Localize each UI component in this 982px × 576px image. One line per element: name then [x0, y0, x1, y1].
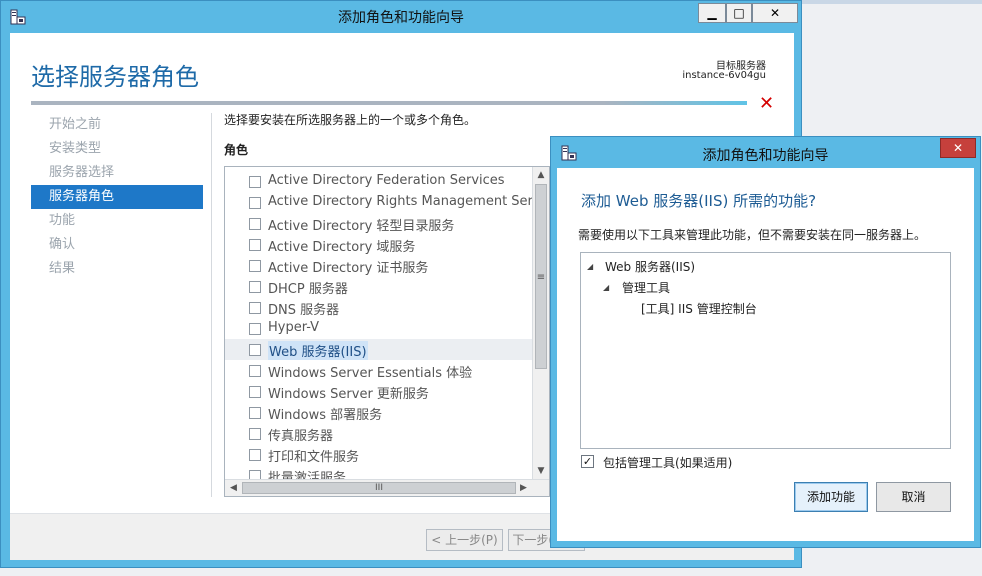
tree-node-web-server[interactable]: Web 服务器(IIS) [605, 258, 695, 275]
roles-description: 选择要安装在所选服务器上的一个或多个角色。 [224, 113, 477, 127]
dialog-description: 需要使用以下工具来管理此功能，但不需要安装在同一服务器上。 [578, 228, 927, 242]
role-checkbox[interactable] [249, 386, 261, 398]
minimize-button[interactable]: ▁ [698, 3, 726, 23]
tree-node-management-tools[interactable]: 管理工具 [622, 279, 670, 296]
role-item[interactable]: Windows Server Essentials 体验 [225, 360, 533, 381]
role-label: Web 服务器(IIS) [268, 341, 368, 360]
dialog-heading: 添加 Web 服务器(IIS) 所需的功能? [581, 192, 817, 210]
add-features-button[interactable]: 添加功能 [794, 482, 868, 512]
role-label: Hyper-V [268, 320, 320, 335]
roles-vertical-scrollbar[interactable]: ▲ ≡ ▼ [532, 167, 549, 480]
features-tree[interactable]: ◢ Web 服务器(IIS) ◢ 管理工具 [工具] IIS 管理控制台 [580, 252, 951, 449]
role-item[interactable]: Windows Server 更新服务 [225, 381, 533, 402]
role-item-selected[interactable]: Web 服务器(IIS) [225, 339, 533, 360]
maximize-button[interactable]: □ [726, 3, 752, 23]
roles-header: 角色 [224, 143, 249, 157]
scroll-up-arrow-icon[interactable]: ▲ [533, 167, 549, 184]
nav-item-server-roles[interactable]: 服务器角色 [31, 185, 203, 209]
expand-triangle-icon[interactable]: ◢ [603, 283, 609, 292]
add-features-dialog: 添加角色和功能向导 ✕ 添加 Web 服务器(IIS) 所需的功能? 需要使用以… [550, 136, 981, 548]
cancel-button[interactable]: 取消 [876, 482, 951, 512]
nav-item-confirmation[interactable]: 确认 [31, 233, 203, 257]
role-checkbox[interactable] [249, 260, 261, 272]
role-checkbox[interactable] [249, 449, 261, 461]
role-checkbox[interactable] [249, 197, 261, 209]
role-checkbox[interactable] [249, 344, 261, 356]
include-tools-label: 包括管理工具(如果适用) [603, 456, 733, 470]
role-label: Windows Server 更新服务 [268, 387, 429, 402]
role-item[interactable]: 打印和文件服务 [225, 444, 533, 465]
scroll-down-arrow-icon[interactable]: ▼ [533, 463, 549, 480]
vertical-scroll-thumb[interactable]: ≡ [535, 184, 547, 369]
red-x-icon[interactable]: ✕ [759, 93, 774, 114]
role-checkbox[interactable] [249, 365, 261, 377]
horizontal-scroll-thumb[interactable]: III [242, 482, 516, 494]
roles-list[interactable]: Active Directory Federation Services Act… [224, 166, 550, 497]
nav-item-features[interactable]: 功能 [31, 209, 203, 233]
role-checkbox[interactable] [249, 407, 261, 419]
include-tools-checkbox[interactable]: ✓ [581, 455, 594, 468]
role-label: Active Directory Federation Services [268, 173, 505, 188]
role-label: 打印和文件服务 [268, 450, 360, 465]
previous-button[interactable]: < 上一步(P) [426, 529, 503, 551]
role-label: Active Directory 轻型目录服务 [268, 219, 455, 234]
role-checkbox[interactable] [249, 323, 261, 335]
role-label: Active Directory Rights Management Servi… [268, 194, 550, 209]
role-item[interactable]: Windows 部署服务 [225, 402, 533, 423]
role-item[interactable]: Active Directory 证书服务 [225, 255, 533, 276]
role-label: Windows 部署服务 [268, 408, 383, 423]
expand-triangle-icon[interactable]: ◢ [587, 262, 593, 271]
dialog-client-area: 添加 Web 服务器(IIS) 所需的功能? 需要使用以下工具来管理此功能，但不… [557, 168, 974, 541]
nav-item-installation-type[interactable]: 安装类型 [31, 137, 203, 161]
nav-item-before-you-begin[interactable]: 开始之前 [31, 113, 203, 137]
role-item[interactable]: Hyper-V [225, 318, 533, 339]
role-item[interactable]: DNS 服务器 [225, 297, 533, 318]
roles-horizontal-scrollbar[interactable]: ◀ III ▶ [225, 479, 549, 496]
tree-node-iis-console[interactable]: [工具] IIS 管理控制台 [641, 300, 757, 317]
roles-rows: Active Directory Federation Services Act… [225, 171, 549, 486]
header-separator [31, 101, 747, 105]
role-item[interactable]: Active Directory Rights Management Servi… [225, 192, 549, 213]
wizard-nav: 开始之前 安装类型 服务器选择 服务器角色 功能 确认 结果 [31, 113, 203, 281]
scroll-left-arrow-icon[interactable]: ◀ [225, 480, 242, 496]
target-server-name: instance-6v04gu [682, 70, 766, 81]
role-item[interactable]: Active Directory Federation Services [225, 171, 533, 192]
nav-item-server-selection[interactable]: 服务器选择 [31, 161, 203, 185]
role-label: Active Directory 证书服务 [268, 261, 429, 276]
role-label: DHCP 服务器 [268, 282, 348, 297]
main-title-bar[interactable]: 添加角色和功能向导 ▁ □ ✕ [1, 1, 801, 32]
role-label: 传真服务器 [268, 429, 334, 444]
close-button[interactable]: ✕ [752, 3, 798, 23]
role-checkbox[interactable] [249, 302, 261, 314]
role-item[interactable]: 传真服务器 [225, 423, 533, 444]
dialog-title: 添加角色和功能向导 [702, 148, 829, 164]
role-checkbox[interactable] [249, 239, 261, 251]
role-item[interactable]: Active Directory 轻型目录服务 [225, 213, 533, 234]
role-checkbox[interactable] [249, 176, 261, 188]
scroll-right-arrow-icon[interactable]: ▶ [515, 480, 532, 496]
role-checkbox[interactable] [249, 218, 261, 230]
role-label: Windows Server Essentials 体验 [268, 366, 473, 381]
role-checkbox[interactable] [249, 428, 261, 440]
page-title: 选择服务器角色 [31, 63, 199, 91]
nav-item-results[interactable]: 结果 [31, 257, 203, 281]
role-label: DNS 服务器 [268, 303, 340, 318]
dialog-close-button[interactable]: ✕ [940, 138, 976, 158]
role-item[interactable]: Active Directory 域服务 [225, 234, 533, 255]
main-window-title: 添加角色和功能向导 [338, 10, 464, 26]
role-checkbox[interactable] [249, 281, 261, 293]
role-item[interactable]: DHCP 服务器 [225, 276, 533, 297]
nav-divider [211, 113, 212, 497]
role-label: Active Directory 域服务 [268, 240, 416, 255]
